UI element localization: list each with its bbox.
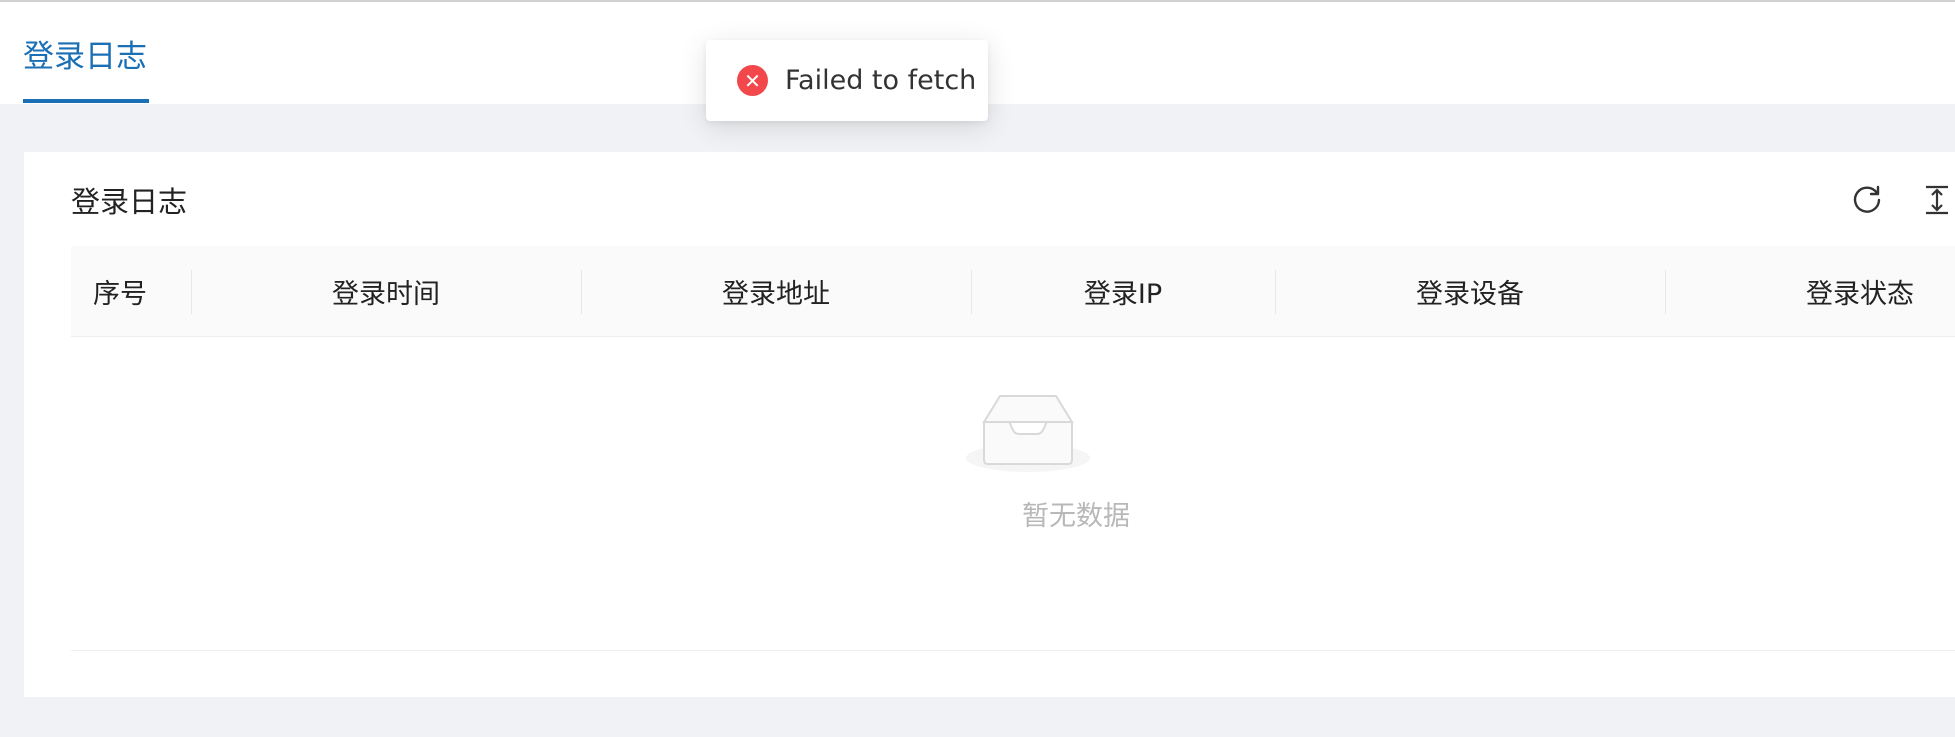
column-header-login-device[interactable]: 登录设备 xyxy=(1275,246,1665,337)
column-header-login-status[interactable]: 登录状态 xyxy=(1665,246,1955,337)
column-header-login-time[interactable]: 登录时间 xyxy=(191,246,581,337)
table-header: 序号 登录时间 登录地址 登录IP 登录设备 登录状态 xyxy=(71,246,1955,337)
tab-active-indicator xyxy=(23,99,149,103)
column-height-icon[interactable] xyxy=(1917,180,1955,220)
column-header-index[interactable]: 序号 xyxy=(93,246,147,337)
tab-label: 登录日志 xyxy=(23,39,147,75)
card-title: 登录日志 xyxy=(71,185,188,219)
refresh-icon[interactable] xyxy=(1847,180,1887,220)
login-log-card: 登录日志 序号 登录时间 登录地址 登录IP 登录设备 登录状态 暂无数据 xyxy=(24,152,1955,697)
close-circle-icon: ✕ xyxy=(737,65,768,96)
toast-message: Failed to fetch xyxy=(785,65,977,96)
empty-inbox-icon xyxy=(964,390,1092,480)
error-toast: ✕ Failed to fetch xyxy=(706,40,988,121)
column-header-login-ip[interactable]: 登录IP xyxy=(971,246,1275,337)
empty-text: 暂无数据 xyxy=(1022,501,1130,532)
column-header-login-address[interactable]: 登录地址 xyxy=(581,246,971,337)
tab-login-log[interactable]: 登录日志 xyxy=(23,42,150,104)
